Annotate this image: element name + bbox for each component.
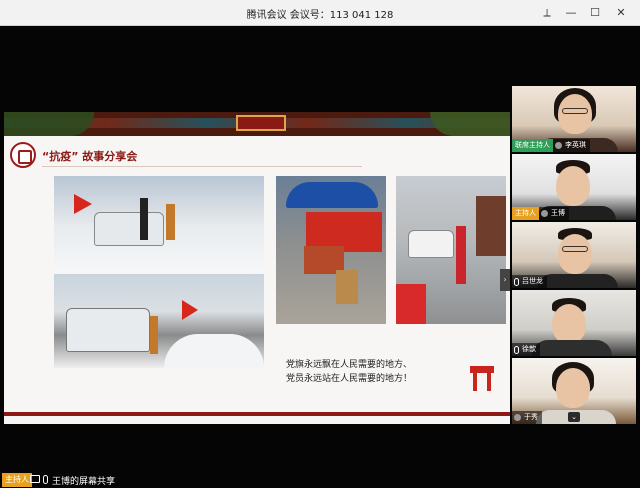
participant-tile[interactable]: 于秀 ⌄ [512, 358, 636, 424]
participant-face [556, 166, 590, 206]
participant-face [558, 94, 592, 134]
chair-shape [336, 270, 358, 304]
participant-tag: 联席主持人 李英琪 [512, 139, 590, 152]
avatar-icon [555, 142, 562, 149]
car-shape [408, 230, 454, 258]
close-button[interactable]: ✕ [612, 4, 630, 22]
pin-icon[interactable]: ⟂ [538, 4, 556, 22]
screen-share-icon [30, 475, 40, 483]
participant-face [552, 304, 586, 344]
participant-name: 李英琪 [565, 141, 586, 149]
gate-decoration-icon [470, 366, 494, 392]
banner-trees-left [4, 112, 94, 136]
participant-tag: 徐歆 [512, 343, 540, 356]
participant-tile[interactable]: 主持人 王博 [512, 154, 636, 220]
person-shape [140, 198, 148, 240]
slide-heading: “抗疫” 故事分享会 [42, 150, 138, 163]
red-flag-icon [74, 194, 92, 214]
heading-divider [42, 166, 362, 167]
car-shape [66, 308, 150, 352]
participant-tag: 主持人 王博 [512, 207, 569, 220]
banner-trees-right [430, 112, 510, 136]
car-shape [94, 212, 164, 246]
participant-name: 王博 [551, 209, 565, 217]
photo-car-inspection [54, 274, 264, 368]
participant-panel: 联席主持人 李英琪 主持人 王博 吕世龙 徐歆 于秀 ⌄ [512, 86, 636, 426]
box-shape [396, 284, 426, 324]
participant-face [556, 368, 590, 408]
participant-name: 吕世龙 [522, 277, 543, 285]
chevron-down-icon[interactable]: ⌄ [568, 412, 580, 422]
photo-volunteer-street [396, 176, 506, 324]
photo-service-tent [276, 176, 386, 324]
trees-shape [476, 196, 506, 256]
photo-checkpoint-snow [54, 176, 264, 270]
participant-tile[interactable]: 徐歆 [512, 290, 636, 356]
role-badge: 联席主持人 [512, 139, 553, 152]
umbrella-shape [286, 182, 378, 208]
participant-face [558, 234, 592, 274]
collapse-panel-button[interactable]: › [500, 269, 510, 291]
host-badge: 主持人 [2, 473, 32, 487]
participant-tile[interactable]: 联席主持人 李英琪 [512, 86, 636, 152]
participant-tag: 于秀 [512, 411, 542, 424]
maximize-button[interactable]: ☐ [586, 4, 604, 22]
participant-tile[interactable]: 吕世龙 [512, 222, 636, 288]
shared-slide: “抗疫” 故事分享会 党旗永远飘在人民需要的地方、 党员永远站在人民需要的地方！ [4, 112, 510, 424]
microphone-icon [43, 475, 48, 484]
participant-name: 于秀 [524, 413, 538, 421]
banner-plaque [236, 115, 286, 131]
share-label: 王博的屏幕共享 [52, 477, 116, 487]
person-shape [166, 204, 175, 240]
microphone-icon [514, 345, 519, 354]
shared-screen-area: “抗疫” 故事分享会 党旗永远飘在人民需要的地方、 党员永远站在人民需要的地方！… [0, 26, 640, 488]
title-bar: 腾讯会议 会议号：113 041 128 ⟂ — ☐ ✕ [0, 0, 640, 26]
university-logo-icon [10, 142, 36, 168]
person-shape [456, 226, 466, 284]
slide-slogan: 党旗永远飘在人民需要的地方、 党员永远站在人民需要的地方！ [286, 358, 412, 386]
participant-name: 徐歆 [522, 345, 536, 353]
slide-bottom-border [4, 412, 510, 416]
role-badge: 主持人 [512, 207, 539, 220]
snow-pile-shape [164, 334, 264, 368]
slogan-line-2: 党员永远站在人民需要的地方！ [286, 374, 413, 384]
slide-banner [4, 112, 510, 136]
slogan-line-1: 党旗永远飘在人民需要的地方、 [286, 360, 413, 370]
share-status-bar: 主持人 王博的屏幕共享 [0, 472, 640, 488]
meeting-window: 腾讯会议 会议号：113 041 128 ⟂ — ☐ ✕ “抗疫” 故事分享会 [0, 0, 640, 488]
avatar-icon [514, 414, 521, 421]
minimize-button[interactable]: — [562, 4, 580, 22]
avatar-icon [541, 210, 548, 217]
participant-tag: 吕世龙 [512, 275, 547, 288]
microphone-icon [514, 277, 519, 286]
red-flag-icon [182, 300, 198, 320]
person-shape [150, 316, 158, 354]
